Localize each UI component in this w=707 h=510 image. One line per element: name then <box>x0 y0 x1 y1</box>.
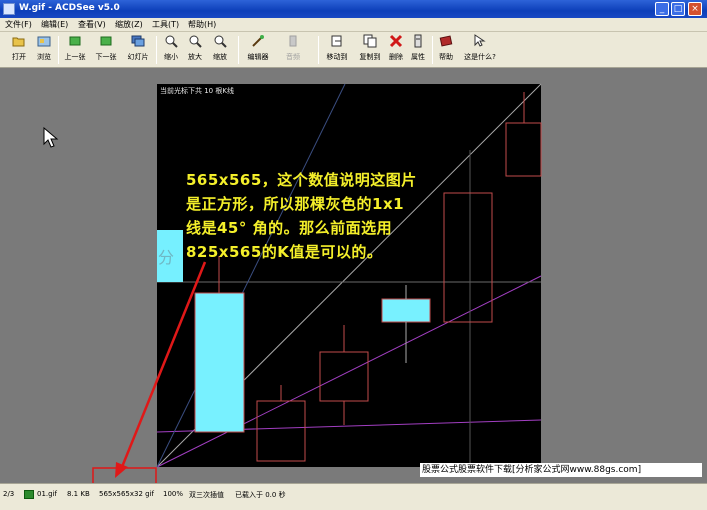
status-image-index: 2/3 <box>3 490 15 498</box>
status-interpolation: 双三次插值 <box>189 491 224 499</box>
candle-cyan-small <box>381 298 431 323</box>
candle-hollow-edge <box>505 122 542 177</box>
status-zoom: 100% <box>163 490 184 498</box>
status-dimensions: 565x565x32 gif <box>99 490 154 498</box>
side-label-box: 分 <box>157 230 183 282</box>
status-bar: 2/3 01.gif 8.1 KB 565x565x32 gif 100% 双三… <box>0 483 707 510</box>
annotation-arrow-head <box>115 462 128 478</box>
status-load-time: 已载入于 0.0 秒 <box>235 491 286 499</box>
candle-cyan-large <box>194 292 245 433</box>
status-filename: 01.gif <box>37 490 57 498</box>
mouse-cursor-icon <box>43 127 59 148</box>
annotation-arrow-line <box>120 261 207 468</box>
annotation-note: 565x565，这个数值说明这图片 是正方形，所以那棵灰色的1x1 线是45° … <box>186 171 417 261</box>
candle-hollow <box>256 400 306 462</box>
blue-guide-line <box>156 83 346 468</box>
image-file-icon <box>24 490 34 499</box>
status-filesize: 8.1 KB <box>67 490 90 498</box>
watermark-banner: 股票公式股票软件下载[分析家公式网www.88gs.com] <box>420 463 702 477</box>
candle-hollow <box>319 351 369 402</box>
